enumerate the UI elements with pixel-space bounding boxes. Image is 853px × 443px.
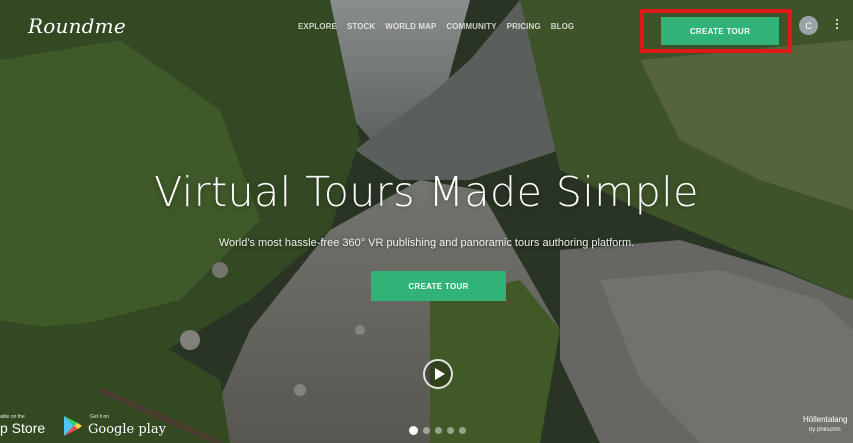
play-icon[interactable] xyxy=(423,359,453,389)
credit-author: by philschm xyxy=(809,427,841,433)
nav-pricing[interactable]: PRICING xyxy=(507,22,541,31)
carousel-dot[interactable] xyxy=(447,427,454,434)
google-play-icon xyxy=(64,416,82,436)
hero-subtitle: World's most hassle-free 360° VR publish… xyxy=(218,237,635,249)
carousel-dot[interactable] xyxy=(459,427,466,434)
roundme-logo[interactable]: Roundme xyxy=(28,14,126,38)
nav-community[interactable]: COMMUNITY xyxy=(446,22,496,31)
carousel-dot[interactable] xyxy=(435,427,442,434)
google-play-label: Google play xyxy=(88,422,166,437)
carousel-dot[interactable] xyxy=(409,426,418,435)
create-tour-button-hero[interactable]: CREATE TOUR xyxy=(371,271,506,301)
top-navbar: Roundme EXPLORE STOCK WORLD MAP COMMUNIT… xyxy=(0,0,853,53)
photo-credit[interactable]: Höllentalang by philschm xyxy=(803,415,853,433)
nav-stock[interactable]: STOCK xyxy=(347,22,375,31)
more-options-icon[interactable] xyxy=(834,17,840,35)
google-play-caption: Get it on xyxy=(90,414,109,420)
credit-title: Höllentalang xyxy=(803,415,848,424)
carousel-dot[interactable] xyxy=(423,427,430,434)
app-store-label: p Store xyxy=(0,420,46,436)
main-menu: EXPLORE STOCK WORLD MAP COMMUNITY PRICIN… xyxy=(298,22,574,31)
nav-blog[interactable]: BLOG xyxy=(551,22,575,31)
nav-world-map[interactable]: WORLD MAP xyxy=(385,22,436,31)
user-avatar[interactable]: C xyxy=(799,16,818,35)
nav-explore[interactable]: EXPLORE xyxy=(298,22,337,31)
carousel-indicators xyxy=(409,426,466,435)
highlight-box: CREATE TOUR xyxy=(640,9,792,53)
hero-title: Virtual Tours Made Simple xyxy=(154,168,699,216)
create-tour-button-header[interactable]: CREATE TOUR xyxy=(661,17,779,45)
homepage: Roundme EXPLORE STOCK WORLD MAP COMMUNIT… xyxy=(0,0,853,443)
